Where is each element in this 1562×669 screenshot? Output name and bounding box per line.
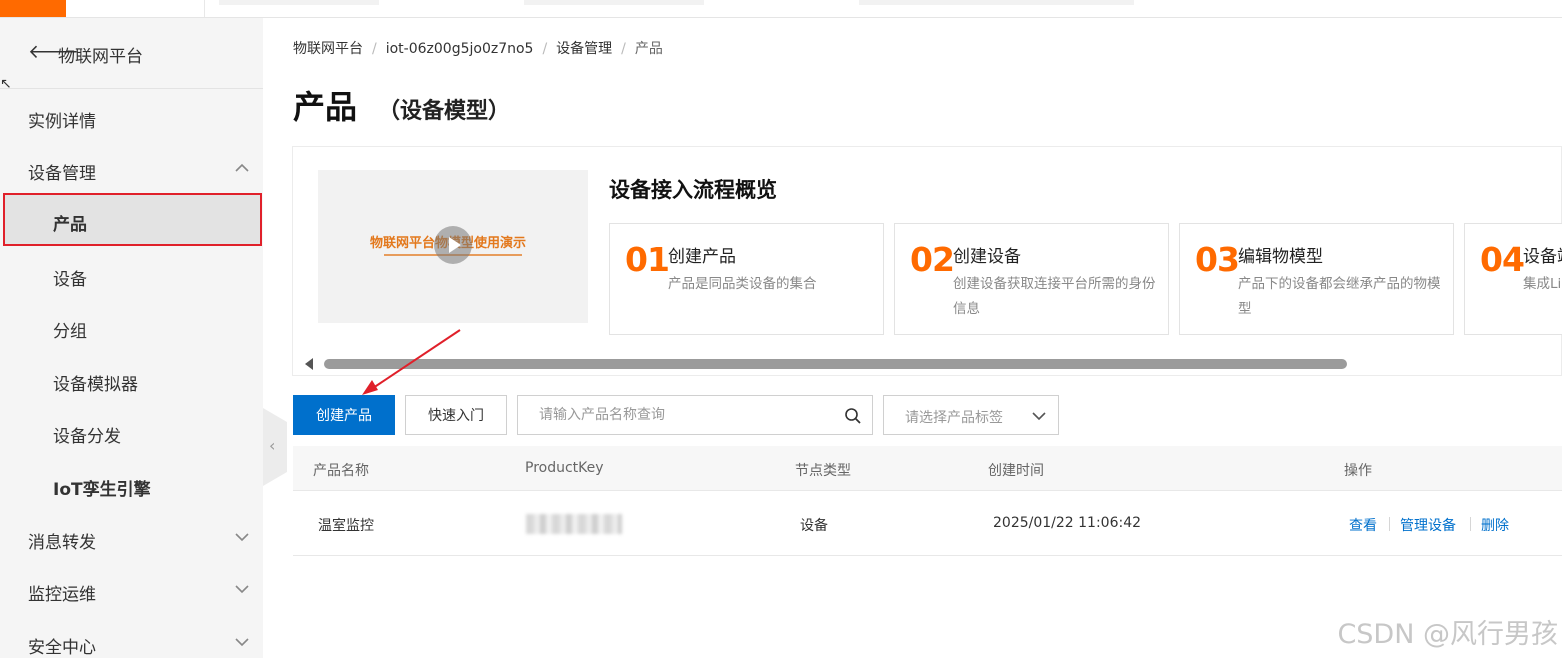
top-bar <box>0 0 1562 18</box>
breadcrumb-current: 产品 <box>634 41 663 57</box>
column-header: 产品名称 <box>313 463 369 479</box>
top-nav-item[interactable] <box>219 0 379 5</box>
sidebar-item-device[interactable]: 设备 <box>0 251 263 301</box>
back-label: 物联网平台 <box>58 47 143 67</box>
sidebar-item-label: 设备管理 <box>28 164 96 184</box>
chevron-left-icon: ‹ <box>269 436 276 455</box>
step-description: 创建设备获取连接平台所需的身份信息 <box>953 276 1156 317</box>
watermark: CSDN @风行男孩 <box>1337 619 1558 650</box>
top-nav-item[interactable] <box>859 0 1134 5</box>
step-name: 创建设备 <box>953 247 1021 267</box>
sidebar-item-product[interactable]: 产品 <box>3 193 262 246</box>
step-card[interactable]: 02 创建设备 创建设备获取连接平台所需的身份信息 <box>894 223 1169 335</box>
top-nav-item[interactable] <box>524 0 704 5</box>
breadcrumb-item[interactable]: iot-06z00g5jo0z7no5 <box>386 41 534 57</box>
sidebar-item-security-center[interactable]: 安全中心 <box>0 619 263 669</box>
page-subtitle: （设备模型） <box>378 99 511 124</box>
chevron-down-icon <box>235 533 249 542</box>
step-number: 01 <box>625 240 670 279</box>
divider <box>204 0 205 17</box>
demo-video[interactable]: 物联网平台物模型使用演示 <box>318 170 588 323</box>
back-to-platform[interactable]: 🡐 物联网平台 <box>0 18 263 89</box>
step-description: 产品是同品类设备的集合 <box>668 276 817 292</box>
scroll-left-arrow-icon[interactable] <box>305 358 313 370</box>
sidebar-item-instance-detail[interactable]: 实例详情 <box>0 93 263 143</box>
step-name: 创建产品 <box>668 247 736 267</box>
sidebar-item-label: 监控运维 <box>28 585 96 605</box>
sidebar-item-label: 设备模拟器 <box>53 375 138 395</box>
chevron-up-icon <box>235 163 249 172</box>
step-name: 设备端开发 <box>1523 247 1562 267</box>
sidebar-item-device-simulator[interactable]: 设备模拟器 <box>0 356 263 406</box>
breadcrumb: 物联网平台 / iot-06z00g5jo0z7no5/设备管理 / 产品 <box>293 38 663 58</box>
divider <box>1470 517 1471 531</box>
table-header: 产品名称 ProductKey 节点类型 创建时间 操作 <box>293 446 1562 491</box>
product-tag-select[interactable]: 请选择产品标签 <box>883 395 1059 435</box>
brand-logo[interactable] <box>0 0 66 17</box>
horizontal-scrollbar[interactable] <box>324 359 1347 369</box>
sidebar-item-monitoring-ops[interactable]: 监控运维 <box>0 566 263 616</box>
create-product-button[interactable]: 创建产品 <box>293 395 395 435</box>
quick-start-button[interactable]: 快速入门 <box>405 395 507 435</box>
sidebar-item-label: IoT孪生引擎 <box>53 480 151 500</box>
sidebar-item-device-management[interactable]: 设备管理 <box>0 145 263 195</box>
step-card[interactable]: 01 创建产品 产品是同品类设备的集合 <box>609 223 884 335</box>
view-link[interactable]: 查看 <box>1349 515 1377 535</box>
table-row: 温室监控 设备 2025/01/22 11:06:42 查看 管理设备 删除 <box>293 491 1562 556</box>
column-header: ProductKey <box>525 460 604 476</box>
product-key-cell-redacted <box>526 514 622 534</box>
sidebar-item-device-distribution[interactable]: 设备分发 <box>0 408 263 458</box>
chevron-down-icon <box>1032 412 1046 421</box>
step-description: 产品下的设备都会继承产品的物模型 <box>1238 276 1441 317</box>
column-header: 节点类型 <box>795 463 851 479</box>
sidebar-item-label: 产品 <box>53 215 87 235</box>
step-card[interactable]: 03 编辑物模型 产品下的设备都会继承产品的物模型 <box>1179 223 1454 335</box>
mouse-cursor-icon: ↖ <box>0 76 12 92</box>
sidebar-item-label: 安全中心 <box>28 638 96 658</box>
play-icon[interactable] <box>434 226 472 264</box>
step-card[interactable]: 04 设备端开发 集成Link SDK完成设备端程序 <box>1464 223 1562 335</box>
sidebar: 🡐 物联网平台 ↖ 实例详情 设备管理 产品 设备 分组 设备模拟器 设备分发 … <box>0 18 263 658</box>
select-placeholder: 请选择产品标签 <box>905 410 1003 426</box>
sidebar-item-label: 消息转发 <box>28 533 96 553</box>
guide-title: 设备接入流程概览 <box>609 178 777 202</box>
step-name: 编辑物模型 <box>1238 247 1323 267</box>
created-time-cell: 2025/01/22 11:06:42 <box>993 515 1142 531</box>
search-icon[interactable] <box>844 407 862 425</box>
step-number: 02 <box>910 240 955 279</box>
sidebar-item-label: 分组 <box>53 322 87 342</box>
divider <box>1389 517 1390 531</box>
sidebar-item-label: 设备 <box>53 270 87 290</box>
step-number: 03 <box>1195 240 1240 279</box>
sidebar-item-label: 设备分发 <box>53 427 121 447</box>
manage-devices-link[interactable]: 管理设备 <box>1400 515 1456 535</box>
chevron-down-icon <box>235 585 249 594</box>
product-name-cell[interactable]: 温室监控 <box>318 515 374 535</box>
column-header: 操作 <box>1344 463 1372 479</box>
breadcrumb-item[interactable]: 物联网平台 <box>293 38 363 58</box>
chevron-down-icon <box>235 638 249 647</box>
sidebar-item-iot-twin-engine[interactable]: IoT孪生引擎 <box>0 461 263 511</box>
search-input[interactable] <box>519 397 829 433</box>
step-description: 集成Link SDK完成设备端程序 <box>1523 276 1562 292</box>
product-search <box>517 395 873 435</box>
page-title: 产品 <box>293 88 358 126</box>
breadcrumb-item[interactable]: 设备管理 <box>556 38 612 58</box>
step-number: 04 <box>1480 240 1525 279</box>
column-header: 创建时间 <box>988 463 1044 479</box>
onboarding-guide: 物联网平台物模型使用演示 设备接入流程概览 01 创建产品 产品是同品类设备的集… <box>292 146 1562 376</box>
sidebar-collapse-toggle[interactable]: ‹ <box>263 408 287 486</box>
node-type-cell: 设备 <box>800 518 828 534</box>
sidebar-item-label: 实例详情 <box>28 112 96 132</box>
sidebar-item-group[interactable]: 分组 <box>0 303 263 353</box>
sidebar-item-message-forwarding[interactable]: 消息转发 <box>0 514 263 564</box>
delete-link[interactable]: 删除 <box>1481 515 1509 535</box>
